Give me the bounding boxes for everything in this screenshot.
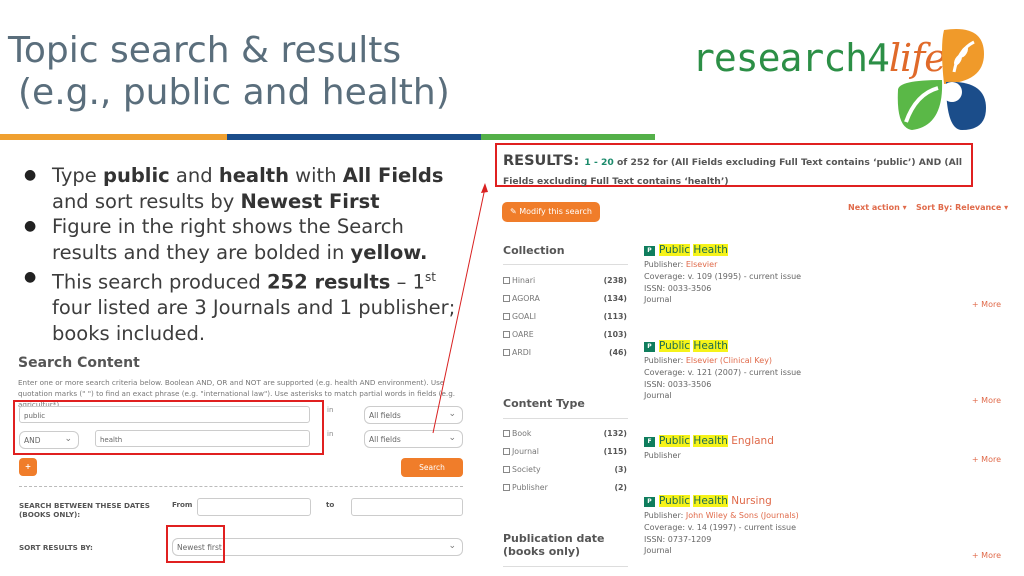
publisher-link[interactable]: Elsevier (Clinical Key) bbox=[686, 356, 772, 365]
facet-option-count: (2) bbox=[614, 483, 627, 492]
publisher-link[interactable]: John Wiley & Sons (Journals) bbox=[686, 511, 799, 520]
facet-option-count: (103) bbox=[603, 330, 627, 339]
facet-option-count: (115) bbox=[603, 447, 627, 456]
highlight-term: Public bbox=[659, 244, 691, 256]
highlight-term: Public bbox=[659, 340, 691, 352]
publisher-label: Publisher: bbox=[644, 511, 686, 520]
arrow-head-icon bbox=[481, 183, 488, 193]
facet-option-count: (132) bbox=[603, 429, 627, 438]
more-link[interactable]: + More bbox=[972, 550, 1001, 562]
more-link[interactable]: + More bbox=[972, 299, 1001, 311]
result-title-link[interactable]: P Public Health bbox=[644, 243, 1004, 257]
pub-date-heading-line1: Publication date bbox=[503, 532, 605, 545]
facet-divider bbox=[503, 418, 628, 419]
facet-option-book[interactable]: Book (132) bbox=[503, 429, 627, 438]
modify-search-label: Modify this search bbox=[519, 207, 592, 216]
checkbox-icon[interactable] bbox=[503, 484, 510, 491]
checkbox-icon[interactable] bbox=[503, 277, 510, 284]
coverage-text: Coverage: v. 121 (2007) - current issue bbox=[644, 367, 802, 377]
facet-option-hinari[interactable]: Hinari (238) bbox=[503, 276, 627, 285]
facet-divider bbox=[503, 566, 628, 567]
result-item: P Public Health Publisher: Elsevier Coverag… bbox=[644, 243, 1004, 309]
highlight-term: Public bbox=[659, 495, 691, 507]
highlight-term: Public bbox=[659, 435, 691, 447]
facet-option-ardi[interactable]: ARDI (46) bbox=[503, 348, 627, 357]
range-end: 20 bbox=[600, 157, 614, 168]
periodical-badge-icon: P bbox=[644, 497, 655, 507]
facet-collection-heading: Collection bbox=[503, 244, 565, 257]
publisher-link[interactable]: Elsevier bbox=[686, 260, 718, 269]
content-type-text: Publisher bbox=[644, 451, 681, 460]
facet-pub-date-heading: Publication date (books only) bbox=[503, 532, 605, 558]
facet-option-label: GOALI bbox=[512, 312, 537, 321]
results-label: RESULTS: bbox=[503, 153, 580, 169]
coverage-text: Coverage: v. 14 (1997) - current issue bbox=[644, 522, 797, 532]
periodical-badge-icon: P bbox=[644, 342, 655, 352]
facet-option-label: Journal bbox=[512, 447, 539, 456]
facet-option-label: AGORA bbox=[512, 294, 540, 303]
more-link[interactable]: + More bbox=[972, 454, 1001, 466]
coverage-text: Coverage: v. 109 (1995) - current issue bbox=[644, 271, 802, 281]
content-type-text: Journal bbox=[644, 391, 672, 401]
facet-option-society[interactable]: Society (3) bbox=[503, 465, 627, 474]
result-item: P Public Health Nursing Publisher: John Wi… bbox=[644, 494, 1004, 560]
checkbox-icon[interactable] bbox=[503, 295, 510, 302]
title-tail: Nursing bbox=[727, 495, 772, 507]
publisher-line: Publisher: Elsevier (Clinical Key) bbox=[644, 355, 1004, 367]
facet-option-count: (3) bbox=[614, 465, 627, 474]
publisher-line: Publisher: John Wiley & Sons (Journals) bbox=[644, 510, 1004, 522]
pub-date-heading-line2: (books only) bbox=[503, 545, 581, 558]
range-sep: - bbox=[590, 157, 601, 168]
facet-option-count: (113) bbox=[603, 312, 627, 321]
checkbox-icon[interactable] bbox=[503, 349, 510, 356]
highlight-term: Health bbox=[693, 495, 728, 507]
publisher-line: Publisher: Elsevier bbox=[644, 259, 1004, 271]
facet-option-label: Society bbox=[512, 465, 541, 474]
highlight-term: Health bbox=[693, 435, 728, 447]
content-type-text: Journal bbox=[644, 295, 672, 305]
facet-option-label: Hinari bbox=[512, 276, 536, 285]
next-action-dropdown[interactable]: Next action ▾ bbox=[848, 203, 907, 212]
issn-text: ISSN: 0737-1209 bbox=[644, 534, 712, 544]
facet-option-label: ARDI bbox=[512, 348, 532, 357]
publisher-badge-icon: F bbox=[644, 437, 655, 447]
more-link[interactable]: + More bbox=[972, 395, 1001, 407]
result-title-link[interactable]: P Public Health bbox=[644, 339, 1004, 353]
checkbox-icon[interactable] bbox=[503, 448, 510, 455]
facet-option-oare[interactable]: OARE (103) bbox=[503, 330, 627, 339]
result-title-link[interactable]: P Public Health Nursing bbox=[644, 494, 1004, 508]
facet-option-label: Book bbox=[512, 429, 532, 438]
checkbox-icon[interactable] bbox=[503, 331, 510, 338]
facet-option-count: (46) bbox=[609, 348, 627, 357]
publisher-label: Publisher: bbox=[644, 260, 686, 269]
result-item: P Public Health Publisher: Elsevier (Clini… bbox=[644, 339, 1004, 405]
publisher-label: Publisher: bbox=[644, 356, 686, 365]
facet-content-type-heading: Content Type bbox=[503, 397, 585, 410]
facet-option-goali[interactable]: GOALI (113) bbox=[503, 312, 627, 321]
sort-by-dropdown[interactable]: Sort By: Relevance ▾ bbox=[916, 203, 1008, 212]
title-tail: England bbox=[727, 435, 774, 447]
facet-option-label: OARE bbox=[512, 330, 534, 339]
edit-icon: ✎ bbox=[509, 207, 520, 216]
facet-option-agora[interactable]: AGORA (134) bbox=[503, 294, 627, 303]
checkbox-icon[interactable] bbox=[503, 313, 510, 320]
results-summary: RESULTS: 1 - 20 of 252 for (All Fields e… bbox=[495, 143, 973, 187]
facet-option-count: (238) bbox=[603, 276, 627, 285]
issn-text: ISSN: 0033-3506 bbox=[644, 283, 712, 293]
issn-text: ISSN: 0033-3506 bbox=[644, 379, 712, 389]
checkbox-icon[interactable] bbox=[503, 466, 510, 473]
highlight-term: Health bbox=[693, 244, 728, 256]
facet-option-publisher[interactable]: Publisher (2) bbox=[503, 483, 627, 492]
facet-option-journal[interactable]: Journal (115) bbox=[503, 447, 627, 456]
periodical-badge-icon: P bbox=[644, 246, 655, 256]
result-item: F Public Health England Publisher + More bbox=[644, 434, 1004, 464]
modify-search-button[interactable]: ✎ Modify this search bbox=[502, 202, 600, 222]
content-type-text: Journal bbox=[644, 546, 672, 556]
highlight-term: Health bbox=[693, 340, 728, 352]
facet-option-count: (134) bbox=[603, 294, 627, 303]
checkbox-icon[interactable] bbox=[503, 430, 510, 437]
facet-divider bbox=[503, 264, 628, 265]
facet-option-label: Publisher bbox=[512, 483, 548, 492]
result-title-link[interactable]: F Public Health England bbox=[644, 434, 1004, 448]
